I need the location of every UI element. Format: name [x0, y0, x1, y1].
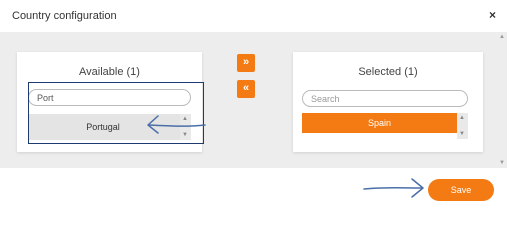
selected-search-input[interactable]	[302, 90, 468, 107]
dialog-scrollbar[interactable]: ▲ ▼	[497, 32, 507, 168]
caret-up-icon[interactable]: ▲	[499, 34, 505, 40]
close-icon[interactable]: ×	[489, 8, 496, 22]
arrow-annotation-icon	[147, 115, 206, 134]
selected-list-scrollbar[interactable]: ▲ ▼	[457, 113, 468, 139]
caret-down-icon[interactable]: ▼	[459, 131, 465, 137]
caret-down-icon[interactable]: ▼	[499, 160, 505, 166]
arrow-annotation-icon	[363, 178, 424, 198]
selected-list: Spain ▲ ▼	[302, 113, 468, 139]
dialog-title: Country configuration	[12, 10, 117, 22]
save-button[interactable]: Save	[428, 179, 494, 201]
selected-item-spain[interactable]: Spain	[302, 113, 457, 133]
caret-up-icon[interactable]: ▲	[459, 115, 465, 121]
available-heading: Available (1)	[79, 66, 140, 78]
selected-panel: Selected (1) Spain ▲ ▼	[293, 52, 483, 152]
selected-heading: Selected (1)	[358, 66, 418, 78]
remove-selected-button[interactable]: «	[237, 80, 255, 98]
dialog-header: Country configuration ×	[0, 0, 507, 32]
add-selected-button[interactable]: »	[237, 54, 255, 72]
